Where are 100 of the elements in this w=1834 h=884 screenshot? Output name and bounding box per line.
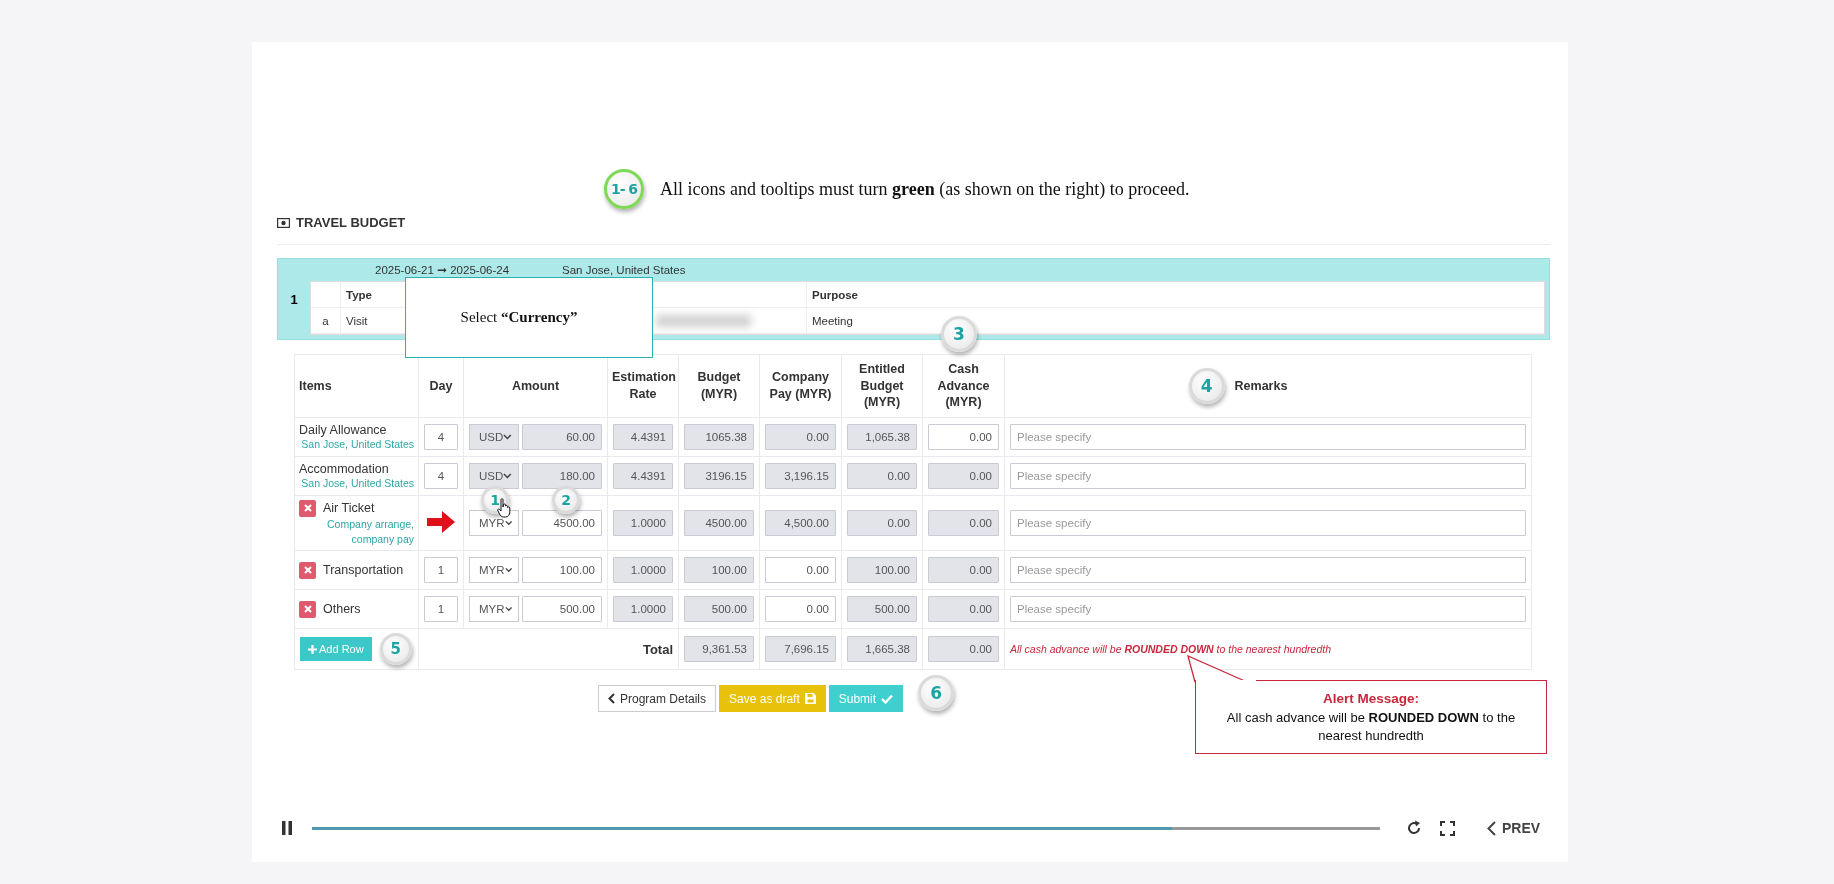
day-field[interactable]: 1: [424, 596, 458, 622]
item-location: Company arrange, company pay: [326, 516, 414, 547]
entitled-field[interactable]: 0.00: [847, 463, 917, 489]
remarks-field[interactable]: Please specify: [1010, 510, 1526, 536]
entitled-field[interactable]: 1,065.38: [847, 424, 917, 450]
tooltip-text: Select “Currency”: [460, 309, 578, 326]
check-icon: [881, 693, 894, 704]
alert-text: All cash advance will be ROUNDED DOWN to the nearest hundredth: [1225, 708, 1517, 746]
entitled-field[interactable]: 0.00: [847, 510, 917, 536]
entitled-field[interactable]: 100.00: [847, 557, 917, 583]
currency-select[interactable]: USD: [469, 463, 519, 489]
remove-button[interactable]: [299, 600, 316, 618]
cash-advance-field[interactable]: 0.00: [928, 510, 999, 536]
banknote-icon: [277, 217, 290, 228]
progress-track[interactable]: [312, 826, 1380, 830]
budget-field[interactable]: 100.00: [684, 557, 754, 583]
remarks-field[interactable]: Please specify: [1010, 424, 1526, 450]
rate-field[interactable]: 1.0000: [613, 557, 673, 583]
currency-select[interactable]: MYR: [469, 510, 519, 536]
trip-dates: 2025-06-21 ➞ 2025-06-24: [375, 263, 511, 277]
day-field[interactable]: 4: [424, 463, 458, 489]
chevron-left-icon: [1487, 820, 1496, 836]
remove-button[interactable]: [299, 499, 316, 517]
rate-field[interactable]: 4.4391: [613, 463, 673, 489]
item-location: San Jose, United States: [300, 475, 414, 491]
table-cell: a: [322, 314, 329, 327]
day-field[interactable]: 4: [424, 424, 458, 450]
step-badge: 3: [941, 316, 977, 352]
currency-select[interactable]: MYR: [469, 557, 519, 583]
company-pay-field[interactable]: 0.00: [765, 557, 836, 583]
currency-select[interactable]: MYR: [469, 596, 519, 622]
hand-cursor-icon: [497, 498, 511, 518]
chevron-down-icon: [503, 473, 512, 479]
section-title: TRAVEL BUDGET: [296, 215, 406, 230]
step-badge: 1- 6: [604, 169, 644, 209]
company-pay-field[interactable]: 0.00: [765, 596, 836, 622]
step-badge: 5: [379, 633, 412, 665]
save-icon: [804, 693, 816, 704]
trip-number: 1: [290, 291, 298, 307]
instruction-text: All icons and tooltips must turn green (as shown on the right) to proceed.: [660, 178, 1190, 200]
entitled-field[interactable]: 500.00: [847, 596, 917, 622]
remarks-field[interactable]: Please specify: [1010, 596, 1526, 622]
fullscreen-icon[interactable]: [1440, 820, 1455, 836]
budget-field[interactable]: 500.00: [684, 596, 754, 622]
total-entitled-field[interactable]: 1,665.38: [847, 636, 917, 662]
replay-icon[interactable]: [1406, 820, 1422, 836]
total-company-pay-field[interactable]: 7,696.15: [765, 636, 836, 662]
total-cash-advance-field[interactable]: 0.00: [928, 636, 999, 662]
column-header: Budget (MYR): [697, 370, 741, 401]
column-header: Purpose: [812, 288, 858, 301]
pause-icon[interactable]: [282, 821, 292, 835]
trip-location: San Jose, United States: [562, 264, 686, 276]
currency-select[interactable]: USD: [469, 424, 519, 450]
day-field[interactable]: 1: [424, 557, 458, 583]
table-cell: Visit: [346, 314, 368, 327]
rate-field[interactable]: 4.4391: [613, 424, 673, 450]
company-pay-field[interactable]: 4,500.00: [765, 510, 836, 536]
chevron-down-icon: [504, 567, 512, 573]
arrow-icon: [427, 510, 455, 533]
rounding-note: All cash advance will be ROUNDED DOWN to the nearest hundredth: [1010, 643, 1331, 655]
amount-field[interactable]: 100.00: [522, 557, 602, 583]
total-label: Total: [642, 641, 673, 657]
item-name: Air Ticket: [323, 501, 375, 516]
prev-button[interactable]: PREV: [1487, 820, 1541, 836]
column-header: Remarks: [1234, 377, 1288, 395]
table-cell: Meeting: [812, 314, 853, 327]
column-header: Cash Advance (MYR): [937, 361, 990, 410]
close-icon: [303, 504, 312, 513]
cash-advance-field[interactable]: 0.00: [928, 463, 999, 489]
column-header: Estimation Rate: [612, 370, 676, 401]
company-pay-field[interactable]: 3,196.15: [765, 463, 836, 489]
rate-field[interactable]: 1.0000: [613, 510, 673, 536]
close-icon: [303, 566, 312, 574]
item-name: Daily Allowance: [299, 422, 387, 437]
rate-field[interactable]: 1.0000: [613, 596, 673, 622]
chevron-left-icon: [608, 693, 615, 704]
program-details-button[interactable]: Program Details: [598, 685, 717, 712]
amount-field[interactable]: 180.00: [522, 463, 602, 489]
total-budget-field[interactable]: 9,361.53: [684, 636, 754, 662]
remarks-field[interactable]: Please specify: [1010, 463, 1526, 489]
step-badge: 4: [1188, 368, 1225, 404]
plus-icon: [308, 644, 317, 654]
cash-advance-field[interactable]: 0.00: [928, 596, 999, 622]
item-name: Accommodation: [299, 461, 389, 476]
remove-button[interactable]: [299, 561, 316, 579]
budget-field[interactable]: 1065.38: [684, 424, 754, 450]
budget-field[interactable]: 4500.00: [684, 510, 754, 536]
amount-field[interactable]: 500.00: [522, 596, 602, 622]
amount-field[interactable]: 60.00: [522, 424, 602, 450]
cash-advance-field[interactable]: 0.00: [928, 424, 999, 450]
budget-field[interactable]: 3196.15: [684, 463, 754, 489]
remarks-field[interactable]: Please specify: [1010, 557, 1526, 583]
amount-field[interactable]: 4500.00: [522, 510, 602, 536]
column-header: Day: [429, 378, 453, 393]
item-name: Others: [323, 602, 361, 616]
close-icon: [303, 605, 312, 613]
chevron-down-icon: [504, 520, 512, 526]
alert-title: Alert Message:: [1321, 690, 1420, 708]
company-pay-field[interactable]: 0.00: [765, 424, 836, 450]
cash-advance-field[interactable]: 0.00: [928, 557, 999, 583]
